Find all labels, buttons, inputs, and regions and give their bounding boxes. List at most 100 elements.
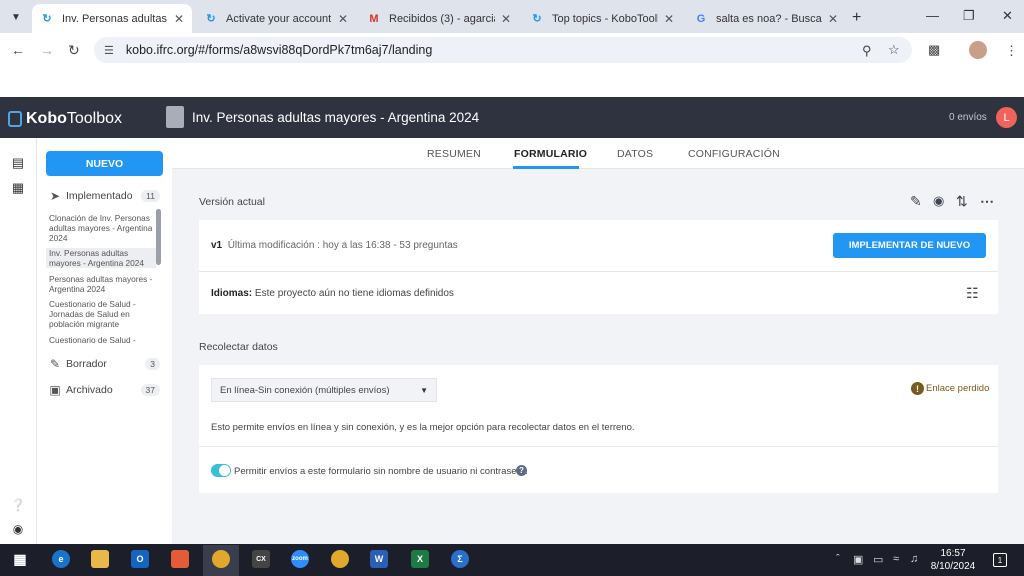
chrome-icon-2[interactable] — [331, 550, 349, 568]
chrome-icon[interactable] — [212, 550, 230, 568]
minimize-icon[interactable]: — — [926, 8, 939, 23]
warning-icon: ! — [911, 382, 924, 395]
gmail-icon: M — [369, 12, 379, 25]
languages-info: Idiomas: Este proyecto aún no tiene idio… — [211, 288, 454, 299]
sidebar-project-item[interactable]: Clonación de Inv. Personas adultas mayor… — [49, 213, 155, 243]
anonymous-submissions-toggle[interactable] — [211, 464, 231, 477]
close-icon[interactable]: ✕ — [828, 12, 838, 26]
replace-form-icon[interactable]: ⇅ — [956, 193, 968, 210]
chrome-profile-avatar[interactable] — [969, 41, 987, 59]
forward-icon[interactable]: → — [40, 42, 54, 58]
tray-app-icon[interactable]: ▣ — [853, 553, 863, 566]
extensions-icon[interactable]: ▩ — [928, 42, 940, 58]
left-rail — [0, 138, 37, 544]
help-icon[interactable]: ? — [516, 465, 527, 476]
sidebar-project-item-selected[interactable]: Inv. Personas adultas mayores - Argentin… — [46, 248, 156, 268]
bookmark-star-icon[interactable]: ☆ — [888, 42, 900, 58]
collection-method-select[interactable]: En línea-Sin conexión (múltiples envíos)… — [211, 378, 437, 402]
dropdown-caret-icon: ▼ — [420, 385, 428, 395]
sigma-app-icon[interactable]: Σ — [451, 550, 469, 568]
wifi-icon[interactable]: ≈ — [893, 553, 899, 565]
version-info: v1 Última modificación : hoy a las 16:38… — [211, 240, 458, 251]
zoom-app-icon[interactable]: zoom — [291, 550, 309, 568]
cx-app-icon[interactable]: CX — [252, 550, 270, 568]
edit-pencil-icon[interactable]: ✎ — [910, 193, 922, 210]
sidebar-section-draft[interactable]: ✎ Borrador 3 — [48, 357, 160, 371]
anonymous-submissions-label: Permitir envíos a este formulario sin no… — [234, 466, 528, 477]
notification-center-icon[interactable]: 1 — [993, 553, 1007, 567]
redeploy-button[interactable]: IMPLEMENTAR DE NUEVO — [833, 233, 986, 258]
form-deployed-icon — [166, 106, 184, 128]
close-icon[interactable]: ✕ — [501, 12, 511, 26]
form-tabs-bar — [172, 138, 1024, 169]
toggle-knob — [219, 465, 230, 476]
forms-icon[interactable]: ▤ — [11, 155, 25, 170]
reload-icon[interactable]: ↻ — [68, 42, 80, 59]
back-icon[interactable]: ← — [11, 42, 25, 58]
word-icon[interactable]: W — [370, 550, 388, 568]
github-icon[interactable]: ◉ — [11, 522, 25, 536]
browser-tab-4[interactable]: ↻ Top topics - KoboToolbox ✕ — [522, 4, 682, 33]
kobo-logo-icon — [8, 111, 22, 127]
current-version-label: Versión actual — [199, 196, 265, 208]
sidebar-project-item[interactable]: Cuestionario de Salud - Jornadas de Salu… — [49, 299, 155, 329]
volume-icon[interactable]: ♫ — [910, 553, 918, 565]
new-tab-icon[interactable]: + — [852, 9, 861, 27]
form-title: Inv. Personas adultas mayores - Argentin… — [192, 110, 480, 125]
sidebar-section-archived[interactable]: ▣ Archivado 37 — [48, 383, 160, 397]
sidebar-scrollbar[interactable] — [156, 209, 161, 265]
browser-tab-5[interactable]: G salta es noa? - Buscar con ✕ — [686, 4, 846, 33]
languages-globe-icon[interactable]: ☷ — [966, 285, 979, 302]
archived-count-badge: 37 — [140, 384, 160, 396]
browser-tab-1[interactable]: ↻ Inv. Personas adultas mayores ✕ — [32, 4, 192, 33]
address-bar[interactable]: ☰ kobo.ifrc.org/#/forms/a8wsvi88qDordPk7… — [94, 37, 912, 63]
user-avatar[interactable]: L — [996, 107, 1017, 128]
system-clock[interactable]: 16:57 8/10/2024 — [928, 547, 978, 573]
more-options-icon[interactable]: ⋯ — [980, 193, 994, 210]
browser-tab-2[interactable]: ↻ Activate your account - K ✕ — [196, 4, 356, 33]
link-lost-status: ! Enlace perdido — [911, 382, 989, 395]
submissions-count: 0 envíos — [949, 112, 987, 123]
collect-data-title: Recolectar datos — [199, 341, 278, 353]
browser-tab-3[interactable]: M Recibidos (3) - agarciamu ✕ — [359, 4, 519, 33]
close-icon[interactable]: ✕ — [338, 12, 348, 26]
app-header — [0, 97, 1024, 138]
outlook-icon[interactable]: O — [131, 550, 149, 568]
new-project-button[interactable]: NUEVO — [46, 151, 163, 176]
zoom-icon[interactable]: ⚲ — [862, 43, 872, 59]
draft-form-icon: ✎ — [49, 357, 61, 371]
edge-icon[interactable]: e — [52, 550, 70, 568]
kobotoolbox-logo[interactable]: Kobo Toolbox — [8, 110, 122, 128]
help-circle-icon[interactable]: ❔ — [11, 498, 26, 512]
windows-start-icon[interactable]: ▦ — [11, 550, 29, 568]
card-divider — [199, 271, 998, 272]
browser-spacer — [0, 67, 1024, 97]
tab-configuracion[interactable]: CONFIGURACIÓN — [688, 148, 780, 160]
chrome-menu-icon[interactable]: ⋮ — [1005, 43, 1018, 59]
kobo-icon: ↻ — [42, 13, 52, 25]
sidebar-project-item[interactable]: Cuestionario de Salud - — [49, 335, 155, 345]
battery-icon[interactable]: ▭ — [873, 553, 883, 566]
store-icon[interactable] — [171, 550, 189, 568]
library-icon[interactable]: ▦ — [11, 180, 25, 195]
sidebar-project-item[interactable]: Personas adultas mayores - Argentina 202… — [49, 274, 155, 294]
close-window-icon[interactable]: ✕ — [1002, 8, 1013, 24]
kobo-icon: ↻ — [532, 13, 542, 25]
tab-datos[interactable]: DATOS — [617, 148, 653, 160]
close-icon[interactable]: ✕ — [174, 12, 184, 26]
draft-count-badge: 3 — [145, 358, 160, 370]
collection-method-description: Esto permite envíos en línea y sin conex… — [211, 422, 635, 433]
sidebar-section-deployed[interactable]: ➤ Implementado 11 — [48, 189, 160, 203]
preview-eye-icon[interactable]: ◉ — [933, 193, 944, 209]
tab-search-chevron-icon[interactable]: ▼ — [6, 7, 26, 27]
restore-icon[interactable]: ❐ — [963, 8, 975, 24]
tray-chevron-icon[interactable]: ˆ — [836, 553, 840, 565]
kobo-icon: ↻ — [206, 13, 216, 25]
tab-resumen[interactable]: RESUMEN — [427, 148, 481, 160]
site-info-icon[interactable]: ☰ — [104, 44, 114, 57]
archive-icon: ▣ — [49, 383, 61, 397]
close-icon[interactable]: ✕ — [664, 12, 674, 26]
file-explorer-icon[interactable] — [91, 550, 109, 568]
tab-formulario[interactable]: FORMULARIO — [514, 148, 587, 160]
excel-icon[interactable]: X — [411, 550, 429, 568]
